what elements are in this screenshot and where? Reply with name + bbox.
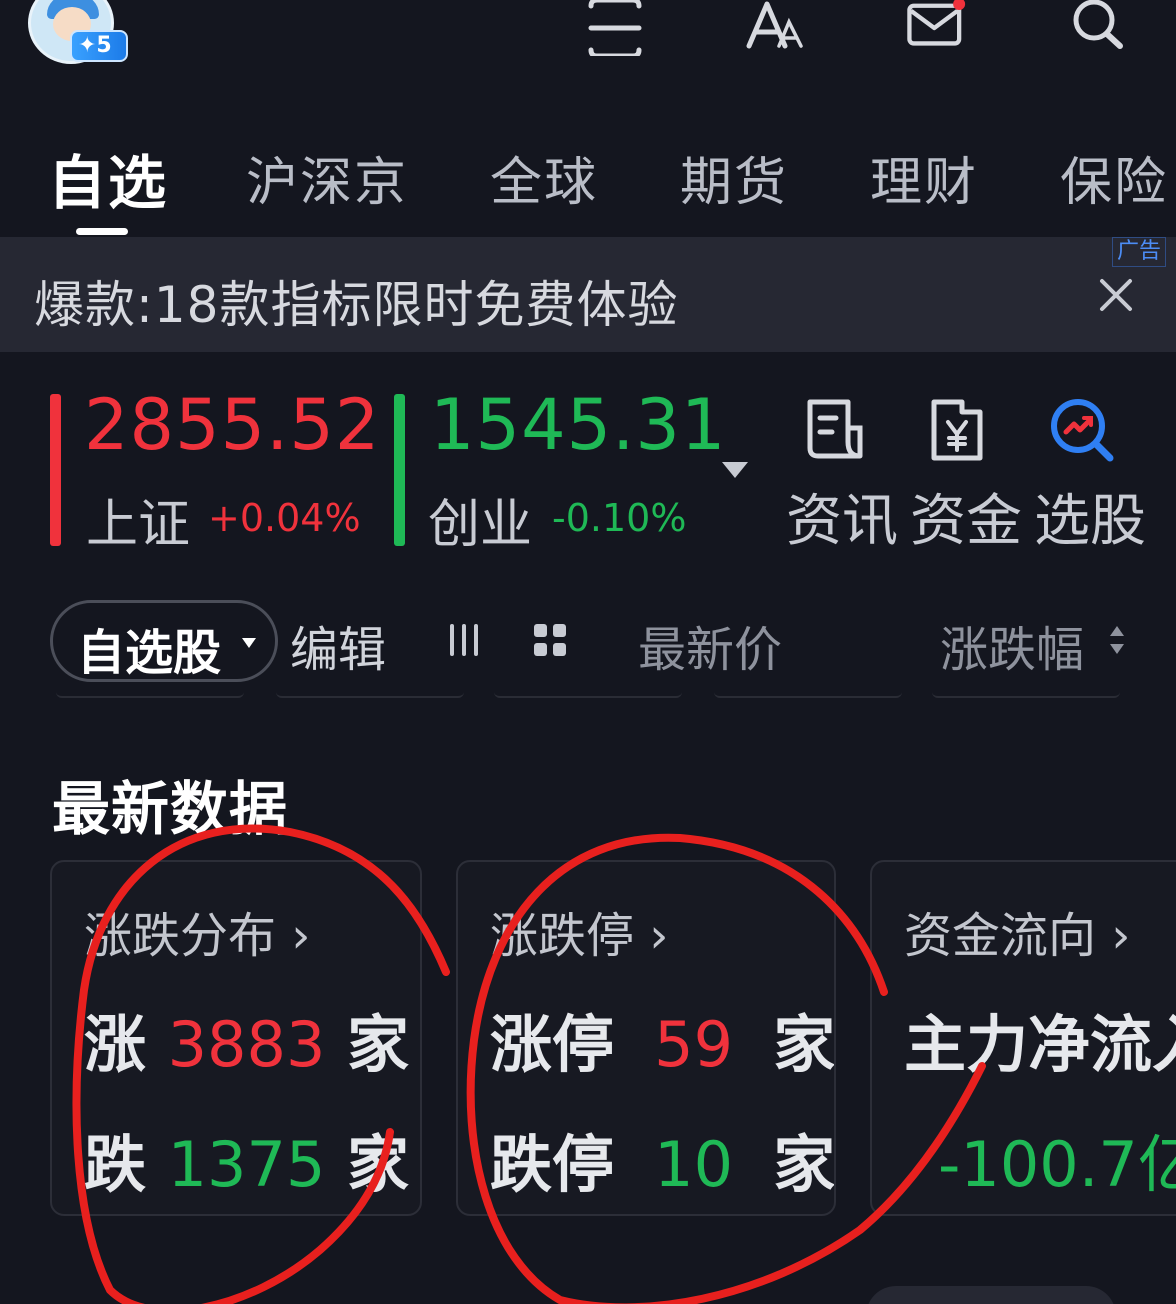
- edit-button[interactable]: 编辑: [290, 610, 386, 680]
- limit-down-count: 10: [654, 1128, 734, 1201]
- index-sh-value[interactable]: 2855.52: [84, 384, 380, 466]
- ad-text[interactable]: 爆款:18款指标限时免费体验: [34, 265, 678, 337]
- index-dropdown-icon[interactable]: [720, 460, 750, 480]
- card-title[interactable]: 涨跌停 ›: [490, 896, 668, 966]
- stock-picker-icon: [1051, 399, 1114, 462]
- ad-banner[interactable]: 爆款:18款指标限时免费体验 广告: [0, 237, 1176, 352]
- tab-wealth[interactable]: 理财: [870, 140, 978, 215]
- top-bar: ✦5: [0, 0, 1176, 100]
- index-cy-name: 创业: [428, 495, 533, 555]
- card-title[interactable]: 资金流向 ›: [904, 896, 1130, 966]
- index-cy-bar: [394, 394, 405, 546]
- card-title[interactable]: 涨跌分布 ›: [84, 896, 310, 966]
- limit-up-unit: 家: [773, 1008, 836, 1081]
- search-icon[interactable]: [1068, 0, 1128, 56]
- active-tab-indicator: [76, 228, 128, 235]
- tab-global[interactable]: 全球: [490, 140, 598, 215]
- sort-icon[interactable]: [1108, 624, 1126, 656]
- decline-count: 1375: [167, 1128, 326, 1201]
- index-sh-change: +0.04%: [208, 496, 361, 540]
- tab-insurance[interactable]: 保险: [1060, 140, 1168, 215]
- news-icon: [807, 399, 863, 459]
- placeholder-divider: [56, 692, 244, 698]
- tab-a-shares[interactable]: 沪深京: [246, 140, 408, 215]
- card-advance-decline[interactable]: 涨跌分布 › 涨 3883 家 跌 1375 家: [50, 860, 422, 1216]
- limit-down-unit: 家: [773, 1128, 836, 1201]
- decline-row: 跌 1375 家: [84, 1114, 409, 1204]
- watchlist-toolbar: 自选股 编辑 最新价 涨跌幅: [0, 596, 1176, 686]
- advance-row: 涨 3883 家: [84, 994, 409, 1084]
- column-latest-price[interactable]: 最新价: [638, 610, 782, 680]
- placeholder-divider: [494, 692, 682, 698]
- ad-tag: 广告: [1111, 237, 1166, 267]
- quick-picker[interactable]: 选股: [1034, 380, 1146, 554]
- main-net-inflow-value: -100.7亿: [938, 1128, 1176, 1201]
- placeholder-divider: [276, 692, 464, 698]
- advance-count: 3883: [167, 1008, 326, 1081]
- close-icon[interactable]: [1096, 275, 1136, 315]
- tab-watchlist[interactable]: 自选: [48, 136, 168, 220]
- card-fund-flow[interactable]: 资金流向 › 主力净流入 -100.7亿: [870, 860, 1176, 1216]
- advance-unit: 家: [347, 1008, 410, 1081]
- watchlist-group-selector[interactable]: 自选股: [50, 600, 278, 682]
- quick-picker-label: 选股: [1034, 489, 1146, 554]
- limit-up-count: 59: [654, 1008, 734, 1081]
- latest-data-title: 最新数据: [52, 775, 289, 843]
- level-badge: ✦5: [70, 30, 128, 62]
- tab-futures[interactable]: 期货: [680, 140, 788, 215]
- main-net-inflow-label: 主力净流入: [904, 1008, 1176, 1081]
- card-title-text: 涨跌停: [490, 908, 635, 964]
- chevron-down-icon: [242, 638, 256, 648]
- limit-up-label: 涨停: [490, 1008, 615, 1081]
- placeholder-divider: [714, 692, 902, 698]
- limit-down-label: 跌停: [490, 1128, 615, 1201]
- grid-view-icon[interactable]: [530, 620, 570, 660]
- index-cy-value[interactable]: 1545.31: [430, 384, 726, 466]
- decline-label: 跌: [84, 1128, 147, 1201]
- quick-fund-label: 资金: [910, 489, 1022, 554]
- app-screen: ✦5 自选 沪深京 全球 期货 理财 保险 爆款:18款指标限时免费体验 广告 …: [0, 0, 1176, 1304]
- card-limit-up-down[interactable]: 涨跌停 › 涨停 59 家 跌停 10 家: [456, 860, 836, 1216]
- decline-unit: 家: [347, 1128, 410, 1201]
- mail-icon[interactable]: [906, 0, 966, 56]
- bottom-pill[interactable]: [866, 1286, 1116, 1304]
- quick-news[interactable]: 资讯: [786, 380, 898, 554]
- list-view-icon[interactable]: [444, 620, 484, 660]
- quick-news-label: 资讯: [786, 489, 898, 554]
- advance-label: 涨: [84, 1008, 147, 1081]
- limit-down-row: 跌停 10 家: [490, 1114, 836, 1204]
- quick-fund[interactable]: 资金: [910, 380, 1022, 554]
- card-title-text: 资金流向: [904, 908, 1097, 964]
- limit-up-row: 涨停 59 家: [490, 994, 836, 1084]
- index-sh-name: 上证: [86, 495, 191, 555]
- fund-flow-icon: [931, 399, 983, 461]
- index-strip: 2855.52 上证 +0.04% 1545.31 创业 -0.10% 资讯 资…: [0, 380, 1176, 560]
- font-size-icon[interactable]: [745, 0, 805, 56]
- watchlist-group-label: 自选股: [77, 625, 222, 681]
- column-change-pct[interactable]: 涨跌幅: [940, 610, 1084, 680]
- card-title-text: 涨跌分布: [84, 908, 277, 964]
- scan-icon[interactable]: [585, 0, 645, 59]
- main-tabs: 自选 沪深京 全球 期货 理财 保险: [0, 130, 1176, 235]
- index-cy-change: -0.10%: [552, 496, 687, 540]
- index-sh-bar: [50, 394, 61, 546]
- placeholder-divider: [932, 692, 1120, 698]
